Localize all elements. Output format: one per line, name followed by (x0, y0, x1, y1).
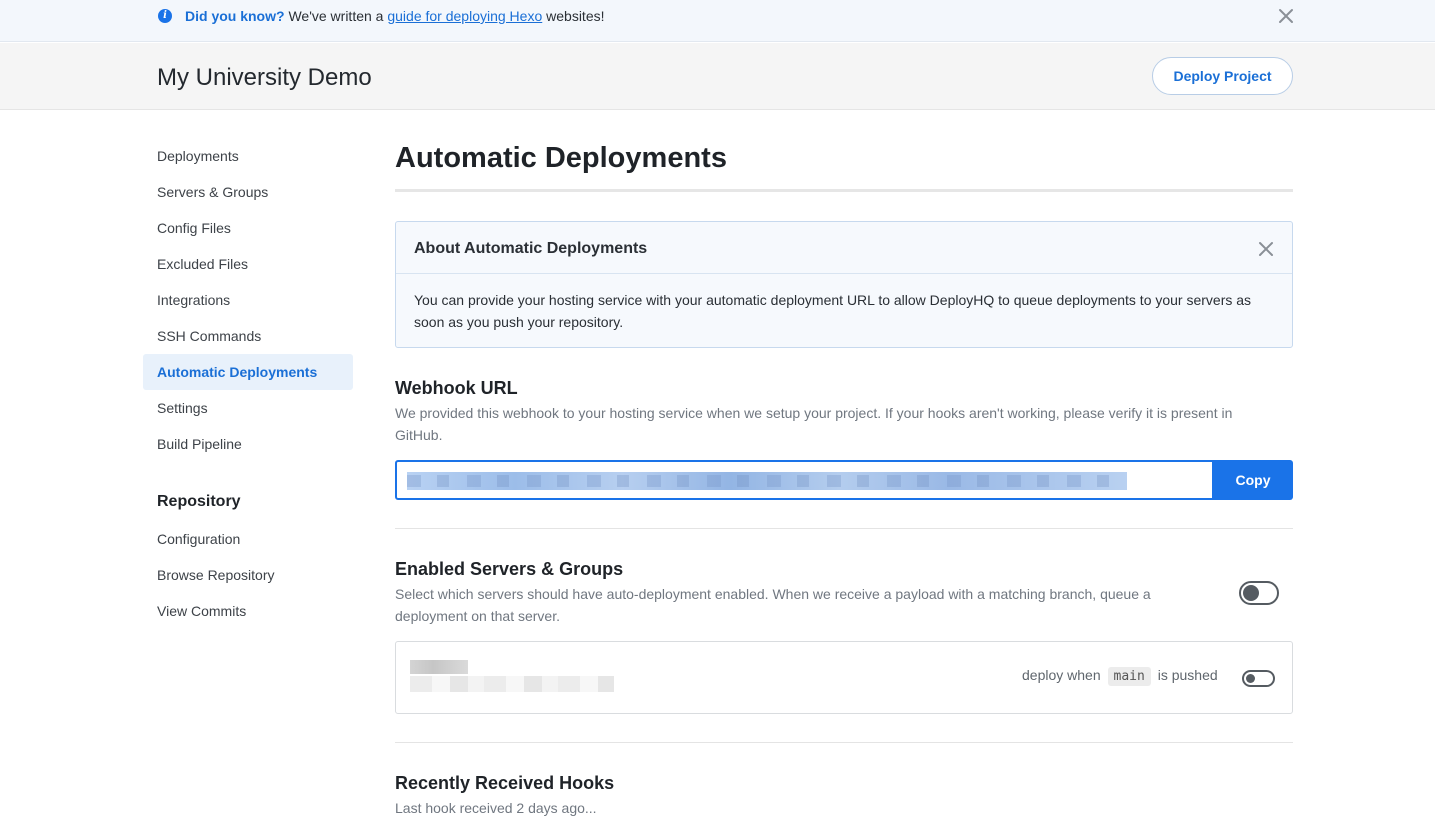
branch-badge: main (1107, 667, 1151, 686)
project-header: My University Demo Deploy Project (0, 43, 1435, 110)
toggle-knob (1243, 585, 1259, 601)
project-title: My University Demo (157, 64, 372, 91)
sidebar-item-browse-repository[interactable]: Browse Repository (143, 557, 353, 593)
master-auto-deploy-toggle[interactable] (1239, 581, 1279, 605)
notice-message: Did you know? We've written a guide for … (185, 8, 605, 24)
about-panel: About Automatic Deployments You can prov… (395, 221, 1293, 348)
redacted-url (407, 472, 1127, 490)
sidebar-item-automatic-deployments[interactable]: Automatic Deployments (143, 354, 353, 390)
sidebar-item-servers-groups[interactable]: Servers & Groups (143, 174, 353, 210)
about-panel-header: About Automatic Deployments (396, 222, 1292, 274)
hooks-title: Recently Received Hooks (395, 773, 615, 793)
close-icon[interactable] (1258, 241, 1274, 257)
hooks-description: Last hook received 2 days ago... (395, 800, 597, 816)
toggle-knob (1246, 674, 1255, 683)
sidebar-item-build-pipeline[interactable]: Build Pipeline (143, 426, 353, 462)
deploy-project-button[interactable]: Deploy Project (1152, 57, 1293, 95)
webhook-url-input[interactable] (395, 460, 1214, 500)
notice-banner: i Did you know? We've written a guide fo… (0, 0, 1435, 42)
section-divider (395, 742, 1293, 743)
deploy-when-suffix: is pushed (1157, 667, 1218, 683)
sidebar-item-excluded-files[interactable]: Excluded Files (143, 246, 353, 282)
hexo-guide-link[interactable]: guide for deploying Hexo (387, 8, 542, 24)
sidebar-nav: Deployments Servers & Groups Config File… (143, 138, 353, 629)
sidebar-item-view-commits[interactable]: View Commits (143, 593, 353, 629)
about-body: You can provide your hosting service wit… (414, 292, 1252, 330)
section-divider (395, 528, 1293, 529)
notice-lead: Did you know? (185, 8, 285, 24)
sidebar-item-config-files[interactable]: Config Files (143, 210, 353, 246)
close-icon[interactable] (1277, 7, 1295, 25)
webhook-title: Webhook URL (395, 378, 518, 398)
sidebar-item-settings[interactable]: Settings (143, 390, 353, 426)
server-auto-deploy-toggle[interactable] (1242, 670, 1275, 687)
webhook-description: We provided this webhook to your hosting… (395, 405, 1233, 443)
enabled-servers-description: Select which servers should have auto-de… (395, 586, 1151, 624)
page-title: Automatic Deployments (395, 142, 727, 174)
redacted-server-detail (410, 676, 614, 692)
notice-text-before: We've written a (284, 8, 388, 24)
sidebar-item-configuration[interactable]: Configuration (143, 521, 353, 557)
info-icon: i (158, 9, 172, 23)
title-divider (395, 189, 1293, 192)
webhook-url-row: Copy (395, 460, 1293, 500)
sidebar-item-integrations[interactable]: Integrations (143, 282, 353, 318)
deploy-when-text: deploy when main is pushed (1022, 667, 1218, 686)
sidebar-item-ssh-commands[interactable]: SSH Commands (143, 318, 353, 354)
deploy-when-prefix: deploy when (1022, 667, 1101, 683)
about-title: About Automatic Deployments (414, 240, 648, 257)
sidebar-item-deployments[interactable]: Deployments (143, 138, 353, 174)
notice-text-after: websites! (542, 8, 605, 24)
repository-heading: Repository (157, 493, 241, 510)
redacted-server-name (410, 660, 468, 674)
copy-button[interactable]: Copy (1213, 460, 1293, 500)
enabled-servers-title: Enabled Servers & Groups (395, 559, 624, 579)
server-row: deploy when main is pushed (395, 641, 1293, 714)
